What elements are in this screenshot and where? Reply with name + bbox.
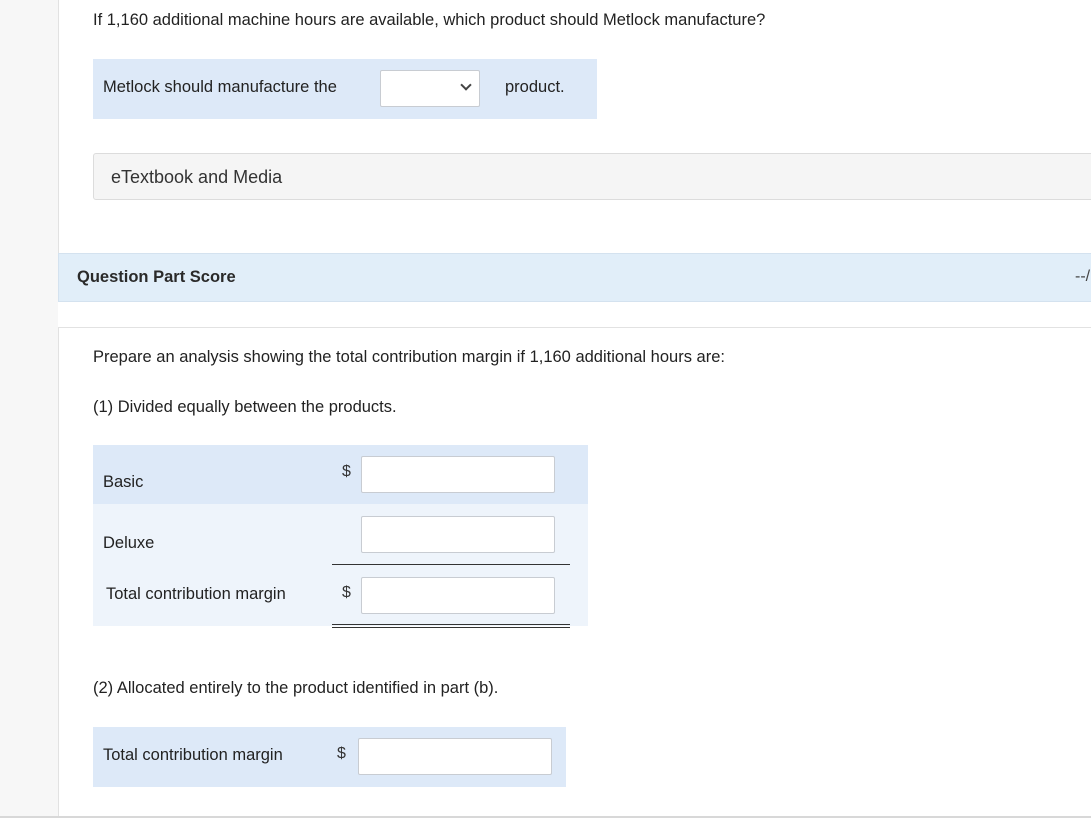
etextbook-media-button[interactable]: eTextbook and Media	[93, 153, 1091, 200]
currency-symbol: $	[342, 584, 351, 601]
basic-margin-input[interactable]	[361, 456, 555, 493]
score-label: Question Part Score	[77, 268, 236, 286]
part2-label: (2) Allocated entirely to the product id…	[93, 679, 499, 697]
score-value: --/	[1075, 268, 1091, 285]
row-label-total: Total contribution margin	[103, 746, 283, 764]
question-b-prompt: If 1,160 additional machine hours are av…	[93, 11, 766, 29]
etextbook-media-label: eTextbook and Media	[111, 167, 283, 187]
part2-table: Total contribution margin $	[93, 727, 566, 787]
question-c-prompt: Prepare an analysis showing the total co…	[93, 348, 725, 366]
total-double-rule-top	[332, 624, 570, 625]
row-label-deluxe: Deluxe	[103, 534, 155, 552]
currency-symbol: $	[342, 463, 351, 480]
total-margin-input-part1[interactable]	[361, 577, 555, 614]
question-card-b	[58, 0, 1091, 254]
answer-suffix: product.	[505, 78, 565, 96]
currency-symbol: $	[337, 745, 346, 762]
answer-row-b: Metlock should manufacture the product.	[93, 59, 597, 119]
row-label-basic: Basic	[103, 473, 144, 491]
deluxe-margin-input[interactable]	[361, 516, 555, 553]
subtotal-rule	[332, 564, 570, 565]
question-part-score-bar: Question Part Score --/	[58, 253, 1091, 302]
row-label-total: Total contribution margin	[106, 585, 286, 603]
product-select[interactable]	[380, 70, 480, 107]
total-margin-input-part2[interactable]	[358, 738, 552, 775]
part1-label: (1) Divided equally between the products…	[93, 398, 397, 416]
left-margin-strip	[0, 0, 58, 818]
chevron-down-icon	[460, 79, 472, 91]
part1-table: Basic $ Deluxe Total contribution margin…	[93, 445, 588, 628]
answer-prefix: Metlock should manufacture the	[103, 78, 337, 96]
total-double-rule-bottom	[332, 627, 570, 628]
